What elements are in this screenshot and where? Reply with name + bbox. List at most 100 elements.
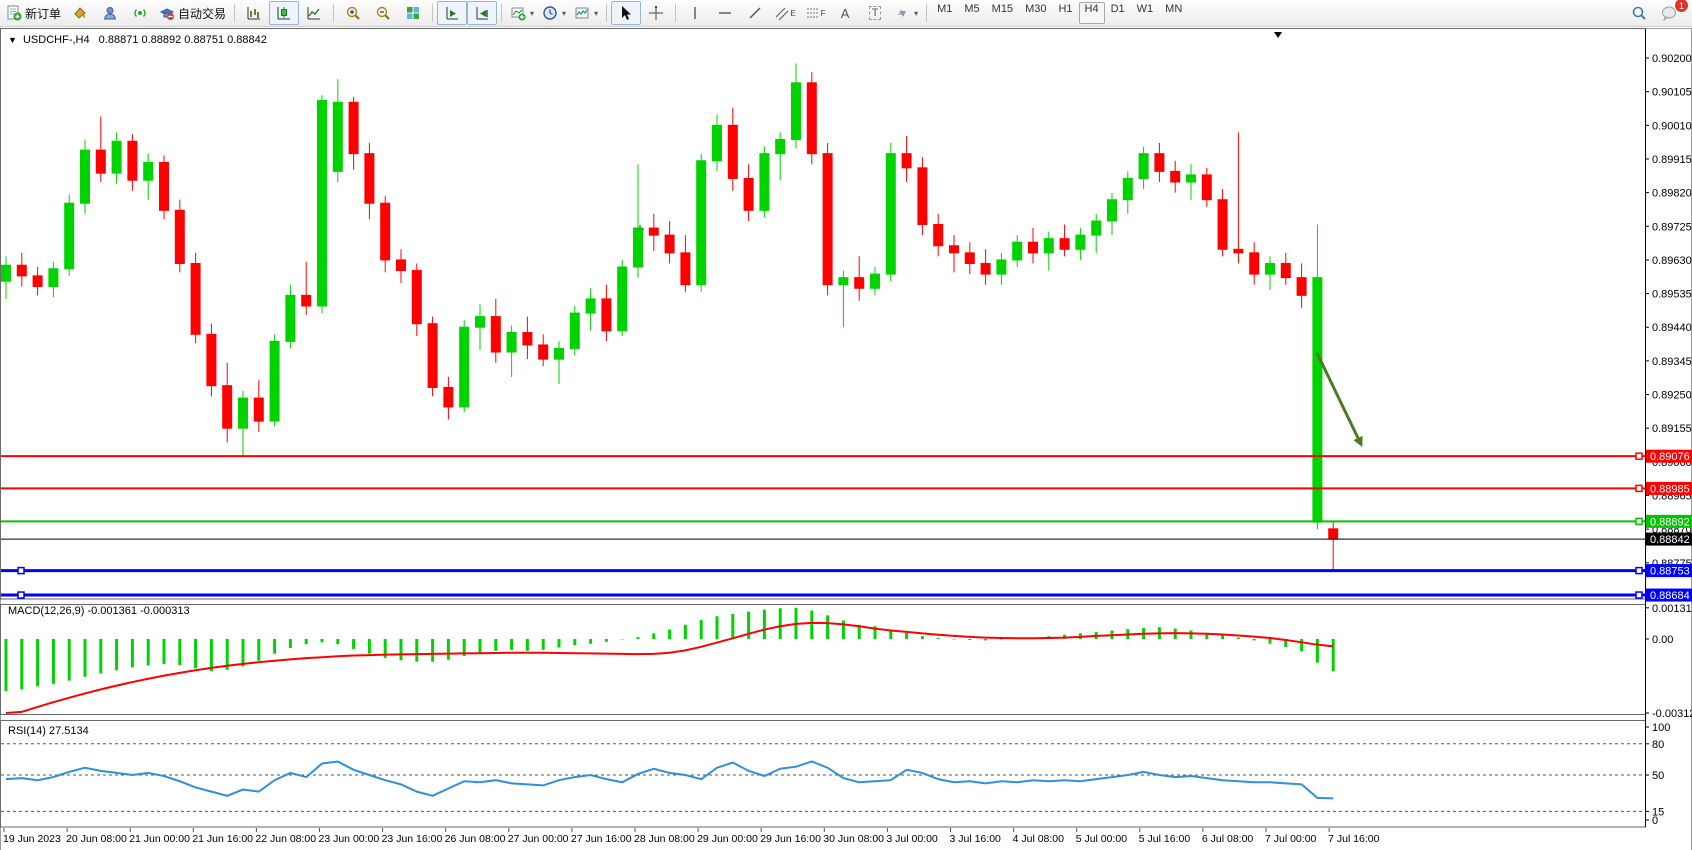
new-order-button[interactable]: 新订单	[2, 1, 65, 25]
time-axis-label: 27 Jun 00:00	[508, 833, 569, 845]
periods-button[interactable]: ▾	[538, 1, 570, 25]
zoom-out-button[interactable]	[368, 1, 398, 25]
timeframe-m1-button[interactable]: M1	[931, 2, 958, 24]
time-axis-label: 3 Jul 00:00	[886, 833, 938, 845]
candle-body	[476, 317, 485, 328]
vertical-line-icon	[688, 5, 702, 21]
candle-body	[1202, 175, 1211, 200]
channel-tool-button[interactable]: E	[770, 1, 800, 25]
line-handle[interactable]	[18, 568, 24, 574]
text-tool-button[interactable]: A	[830, 1, 860, 25]
timeframe-h4-button[interactable]: H4	[1079, 2, 1105, 24]
line-handle[interactable]	[1636, 453, 1642, 459]
candle-body	[981, 263, 990, 274]
macd-pane[interactable]	[1, 605, 1646, 715]
tile-windows-button[interactable]	[398, 1, 428, 25]
candle-body	[17, 265, 26, 276]
collapse-arrow-icon[interactable]: ▼	[8, 35, 17, 45]
timeframe-m15-button[interactable]: M15	[986, 2, 1019, 24]
candle-body	[1013, 242, 1022, 260]
timeframe-d1-button[interactable]: D1	[1105, 2, 1131, 24]
templates-button[interactable]: ▾	[570, 1, 602, 25]
candle-body	[128, 141, 137, 180]
candle-body	[713, 125, 722, 160]
chart-shift-button[interactable]	[467, 1, 497, 25]
main-toolbar: 新订单 自动交易 ▾ ▾	[0, 0, 1692, 27]
indicators-button[interactable]: ▾	[506, 1, 538, 25]
line-handle[interactable]	[18, 592, 24, 598]
cursor-tool-button[interactable]	[611, 1, 641, 25]
rsi-axis-tick-label: 50	[1652, 770, 1664, 782]
candle-body	[160, 163, 169, 211]
macd-axis-tick-label: 0.00	[1652, 634, 1673, 646]
text-tool-label: A	[841, 6, 850, 21]
price-chart[interactable]: 0.902000.901050.900100.899150.898200.897…	[0, 27, 1692, 850]
arrows-icon	[894, 5, 910, 21]
add-indicator-icon	[510, 5, 526, 21]
line-handle[interactable]	[1636, 518, 1642, 524]
candle-body	[1234, 249, 1243, 253]
candle-body	[412, 271, 421, 324]
candle-body	[918, 168, 927, 225]
price-label-text: 0.88753	[1650, 566, 1690, 578]
candle-body	[934, 224, 943, 245]
candle-body	[1266, 263, 1275, 274]
timeframe-m30-button[interactable]: M30	[1019, 2, 1052, 24]
chart-window[interactable]: 0.902000.901050.900100.899150.898200.897…	[0, 27, 1692, 850]
candle-body	[618, 267, 627, 331]
price-axis-tick-label: 0.90200	[1652, 53, 1692, 65]
horizontal-line-tool-button[interactable]	[710, 1, 740, 25]
candle-body	[65, 203, 74, 269]
price-axis-tick-label: 0.89915	[1652, 154, 1692, 166]
candle-body	[112, 141, 121, 173]
vertical-line-tool-button[interactable]	[680, 1, 710, 25]
chart-title: ▼ USDCHF-,H4 0.88871 0.88892 0.88751 0.8…	[8, 34, 267, 46]
candlestick-mode-button[interactable]	[269, 1, 299, 25]
time-axis-label: 22 Jun 08:00	[255, 833, 316, 845]
candle-body	[602, 299, 611, 331]
trendline-tool-button[interactable]	[740, 1, 770, 25]
timeframe-w1-button[interactable]: W1	[1131, 2, 1160, 24]
arrows-tool-button[interactable]: ▾	[890, 1, 922, 25]
text-label-tool-button[interactable]: T	[860, 1, 890, 25]
line-chart-icon	[306, 5, 322, 21]
line-chart-mode-button[interactable]	[299, 1, 329, 25]
zoom-in-button[interactable]	[338, 1, 368, 25]
time-axis-label: 21 Jun 00:00	[129, 833, 190, 845]
fibonacci-tool-button[interactable]: F	[800, 1, 830, 25]
candle-body	[1029, 242, 1038, 253]
toolbar-separator	[926, 4, 927, 22]
price-label-text: 0.88842	[1650, 534, 1690, 546]
candle-body	[1044, 239, 1053, 253]
profile-button[interactable]	[95, 1, 125, 25]
cursor-icon	[618, 5, 634, 21]
timeframe-h1-button[interactable]: H1	[1052, 2, 1078, 24]
candle-body	[570, 313, 579, 348]
notifications-button[interactable]: 1	[1654, 1, 1684, 25]
auto-trading-label: 自动交易	[178, 5, 226, 22]
candle-body	[1139, 154, 1148, 179]
styler-button[interactable]	[65, 1, 95, 25]
timeframe-mn-button[interactable]: MN	[1159, 2, 1188, 24]
candle-body	[491, 317, 500, 352]
timeframe-m5-button[interactable]: M5	[958, 2, 985, 24]
line-handle[interactable]	[1636, 568, 1642, 574]
crosshair-tool-button[interactable]	[641, 1, 671, 25]
auto-trading-button[interactable]: 自动交易	[155, 1, 230, 25]
time-axis-label: 28 Jun 08:00	[634, 833, 695, 845]
candle-body	[1281, 263, 1290, 277]
candle-body	[1187, 175, 1196, 182]
bar-chart-mode-button[interactable]	[239, 1, 269, 25]
rsi-axis-tick-label: 80	[1652, 739, 1664, 751]
search-button[interactable]	[1624, 1, 1654, 25]
price-axis-tick-label: 0.89155	[1652, 423, 1692, 435]
price-axis-tick-label: 0.89250	[1652, 390, 1692, 402]
chart-ohlc-values: 0.88871 0.88892 0.88751 0.88842	[99, 34, 267, 46]
line-handle[interactable]	[1636, 485, 1642, 491]
signals-button[interactable]	[125, 1, 155, 25]
channel-tool-suffix: E	[790, 9, 795, 18]
main-pane[interactable]	[1, 29, 1646, 600]
auto-scroll-button[interactable]	[437, 1, 467, 25]
time-axis-label: 21 Jun 16:00	[192, 833, 253, 845]
line-handle[interactable]	[1636, 592, 1642, 598]
